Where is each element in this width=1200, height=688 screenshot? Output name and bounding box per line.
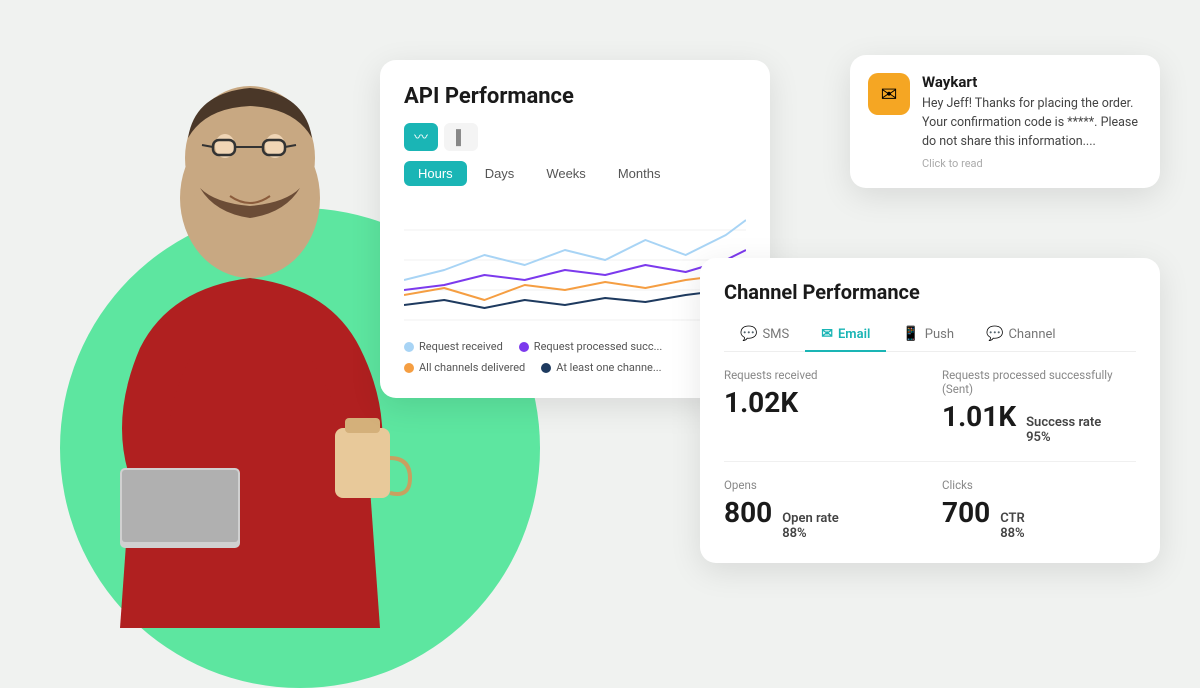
legend-label-channels-delivered: All channels delivered <box>419 361 525 374</box>
metric-clicks: Clicks 700 CTR 88% <box>942 478 1136 541</box>
notif-cta[interactable]: Click to read <box>922 157 1142 170</box>
channel-performance-card: Channel Performance 💬 SMS ✉ Email 📱 Push… <box>700 258 1160 563</box>
tab-email-label: Email <box>838 327 870 342</box>
metric-clicks-sub-value: 88% <box>1000 526 1025 541</box>
notif-header: ✉ Waykart Hey Jeff! Thanks for placing t… <box>868 73 1142 170</box>
legend-request-processed: Request processed succ... <box>519 340 663 353</box>
channel-icon: 💬 <box>986 326 1003 342</box>
legend-dot-darkblue <box>541 363 551 373</box>
api-card-title: API Performance <box>404 84 746 109</box>
metric-requests-received-value: 1.02K <box>724 386 798 419</box>
metric-opens-value: 800 <box>724 496 772 529</box>
metric-requests-processed: Requests processed successfully (Sent) 1… <box>942 368 1136 445</box>
metric-requests-processed-sub: Success rate 95% <box>1026 415 1101 445</box>
legend-dot-orange <box>404 363 414 373</box>
tab-push-label: Push <box>925 327 954 342</box>
tab-sms-label: SMS <box>762 327 789 342</box>
push-icon: 📱 <box>902 326 919 342</box>
email-icon: ✉ <box>821 326 833 342</box>
metric-opens-sub-label: Open rate <box>782 511 839 526</box>
legend-request-received: Request received <box>404 340 503 353</box>
line-chart-toggle[interactable]: 〰 <box>404 123 438 151</box>
channel-tabs-group: 💬 SMS ✉ Email 📱 Push 💬 Channel <box>724 318 1136 352</box>
tab-days[interactable]: Days <box>471 161 529 186</box>
bar-chart-toggle[interactable]: ▌ <box>444 123 478 151</box>
metrics-divider <box>724 461 1136 462</box>
tab-channel[interactable]: 💬 Channel <box>970 318 1072 352</box>
sms-icon: 💬 <box>740 326 757 342</box>
tab-weeks[interactable]: Weeks <box>532 161 600 186</box>
metric-opens-sub-value: 88% <box>782 526 839 541</box>
chart-legend: Request received Request processed succ.… <box>404 340 746 374</box>
metric-requests-processed-label: Requests processed successfully (Sent) <box>942 368 1136 396</box>
notif-sender-icon: ✉ <box>868 73 910 115</box>
api-chart <box>404 200 746 330</box>
tab-hours[interactable]: Hours <box>404 161 467 186</box>
notif-body-text: Hey Jeff! Thanks for placing the order. … <box>922 95 1142 151</box>
metric-requests-received: Requests received 1.02K <box>724 368 918 445</box>
metric-clicks-sub-label: CTR <box>1000 511 1025 526</box>
legend-label-request-received: Request received <box>419 340 503 353</box>
metric-clicks-label: Clicks <box>942 478 1136 492</box>
metrics-grid: Requests received 1.02K Requests process… <box>724 368 1136 541</box>
metric-opens-sub: Open rate 88% <box>782 511 839 541</box>
channel-card-title: Channel Performance <box>724 280 1136 304</box>
legend-at-least-one: At least one channe... <box>541 361 661 374</box>
metric-clicks-value-row: 700 CTR 88% <box>942 496 1136 541</box>
notif-icon-symbol: ✉ <box>881 82 898 106</box>
metric-opens-value-row: 800 Open rate 88% <box>724 496 918 541</box>
chart-toggle-group: 〰 ▌ <box>404 123 746 151</box>
legend-label-at-least-one: At least one channe... <box>556 361 661 374</box>
legend-channels-delivered: All channels delivered <box>404 361 525 374</box>
metric-requests-received-value-row: 1.02K <box>724 386 918 419</box>
metric-opens-label: Opens <box>724 478 918 492</box>
metric-requests-processed-value-row: 1.01K Success rate 95% <box>942 400 1136 445</box>
metric-requests-processed-value: 1.01K <box>942 400 1016 433</box>
tab-sms[interactable]: 💬 SMS <box>724 318 805 352</box>
tab-channel-label: Channel <box>1008 327 1055 342</box>
notif-content: Waykart Hey Jeff! Thanks for placing the… <box>922 73 1142 170</box>
metric-opens: Opens 800 Open rate 88% <box>724 478 918 541</box>
legend-label-request-processed: Request processed succ... <box>534 340 663 353</box>
tab-months[interactable]: Months <box>604 161 675 186</box>
tab-email[interactable]: ✉ Email <box>805 318 886 352</box>
metric-requests-processed-sub-label: Success rate <box>1026 415 1101 430</box>
legend-dot-blue <box>404 342 414 352</box>
time-tabs-group: Hours Days Weeks Months <box>404 161 746 186</box>
legend-dot-purple <box>519 342 529 352</box>
notif-sender-name: Waykart <box>922 73 1142 91</box>
tab-push[interactable]: 📱 Push <box>886 318 970 352</box>
metric-clicks-sub: CTR 88% <box>1000 511 1025 541</box>
metric-requests-processed-sub-value: 95% <box>1026 430 1101 445</box>
notification-card: ✉ Waykart Hey Jeff! Thanks for placing t… <box>850 55 1160 188</box>
metric-requests-received-label: Requests received <box>724 368 918 382</box>
metric-clicks-value: 700 <box>942 496 990 529</box>
